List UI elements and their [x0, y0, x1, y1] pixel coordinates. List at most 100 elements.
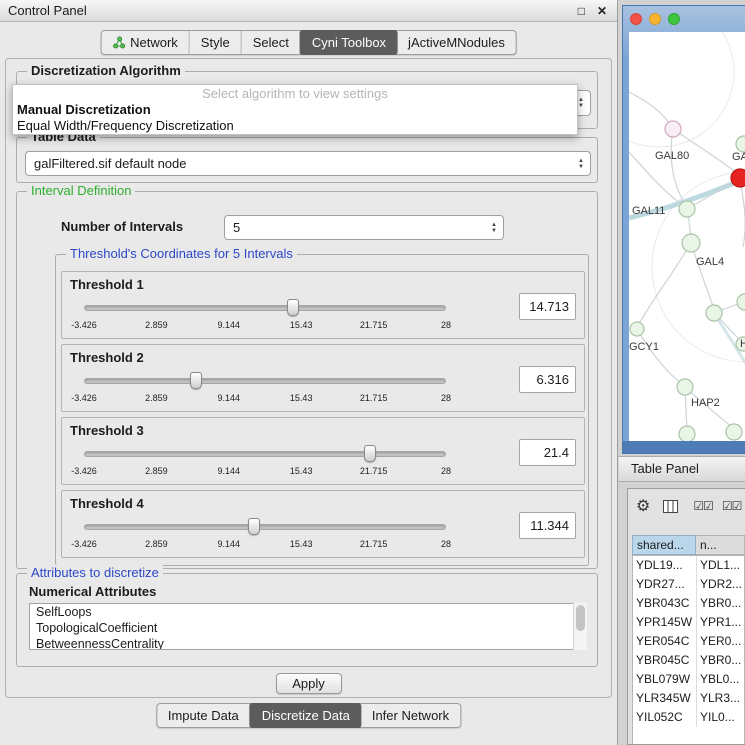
- select-all-icon[interactable]: ☑☑: [693, 499, 713, 513]
- control-panel-titlebar: Control Panel □ ✕: [0, 0, 617, 22]
- table-cell[interactable]: YDR27...: [633, 575, 697, 594]
- slider-thumb[interactable]: [287, 299, 299, 316]
- network-node[interactable]: [679, 201, 695, 217]
- number-of-intervals-spinner[interactable]: 5 ▲ ▼: [224, 215, 504, 240]
- threshold-value-field[interactable]: 21.4: [519, 439, 576, 466]
- dropdown-option-manual-discretization[interactable]: Manual Discretization: [13, 102, 577, 118]
- tab-discretize-data[interactable]: Discretize Data: [250, 703, 362, 728]
- network-node[interactable]: [726, 424, 742, 440]
- gear-icon[interactable]: ⚙: [636, 496, 650, 516]
- tab-select[interactable]: Select: [242, 31, 301, 54]
- threshold-slider[interactable]: [84, 372, 446, 390]
- column-header[interactable]: shared...: [632, 535, 696, 555]
- slider-track[interactable]: [84, 451, 446, 457]
- table-cell[interactable]: YPR1...: [697, 613, 744, 632]
- list-scrollbar[interactable]: [573, 603, 587, 650]
- network-node[interactable]: [682, 234, 700, 252]
- tick-label: 2.859: [145, 466, 168, 476]
- stepper-icon[interactable]: ▲ ▼: [485, 222, 503, 234]
- table-row[interactable]: YDR27...YDR2...: [633, 575, 744, 594]
- tab-style[interactable]: Style: [190, 31, 242, 54]
- slider-track[interactable]: [84, 378, 446, 384]
- stepper-icon[interactable]: ▲ ▼: [572, 158, 590, 170]
- float-window-icon[interactable]: □: [578, 4, 585, 18]
- tab-infer-network[interactable]: Infer Network: [361, 704, 460, 727]
- threshold-label: Threshold 1: [70, 277, 144, 292]
- table-cell[interactable]: YBL0...: [697, 670, 744, 689]
- close-window-icon[interactable]: ✕: [597, 4, 607, 18]
- network-node-selected[interactable]: [731, 169, 745, 187]
- column-header[interactable]: n...: [696, 535, 745, 555]
- network-node[interactable]: [630, 322, 644, 336]
- list-item[interactable]: BetweennessCentrality: [30, 636, 586, 650]
- table-cell[interactable]: YER0...: [697, 632, 744, 651]
- dropdown-option-equal-width-frequency[interactable]: Equal Width/Frequency Discretization: [13, 118, 577, 134]
- table-cell[interactable]: YDL19...: [633, 556, 697, 575]
- tick-label: 2.859: [145, 539, 168, 549]
- slider-thumb[interactable]: [364, 445, 376, 462]
- threshold-label: Threshold 3: [70, 423, 144, 438]
- threshold-slider[interactable]: [84, 518, 446, 536]
- table-row[interactable]: YBR045CYBR0...: [633, 651, 744, 670]
- table-cell[interactable]: YDL1...: [697, 556, 744, 575]
- table-cell[interactable]: YER054C: [633, 632, 697, 651]
- tab-cyni-toolbox[interactable]: Cyni Toolbox: [300, 30, 398, 55]
- slider-thumb[interactable]: [190, 372, 202, 389]
- table-cell[interactable]: YPR145W: [633, 613, 697, 632]
- table-row[interactable]: YBR043CYBR0...: [633, 594, 744, 613]
- table-row[interactable]: YBL079WYBL0...: [633, 670, 744, 689]
- table-row[interactable]: YPR145WYPR1...: [633, 613, 744, 632]
- network-edge: [691, 243, 714, 309]
- columns-icon[interactable]: [663, 500, 678, 513]
- close-traffic-icon[interactable]: [630, 13, 642, 25]
- network-node[interactable]: [706, 305, 722, 321]
- threshold-value-field[interactable]: 6.316: [519, 366, 576, 393]
- network-canvas[interactable]: GAL80 GA GAL11 GAL4 GCY1 H HAP2: [629, 32, 745, 442]
- tick-label: 28: [441, 320, 451, 330]
- tick-label: 28: [441, 539, 451, 549]
- network-node[interactable]: [736, 136, 745, 152]
- table-cell[interactable]: YLR345W: [633, 689, 697, 708]
- table-panel-window: ⚙ ☑☑ ☑☑ shared...n... YDL19...YDL1...YDR…: [627, 488, 745, 745]
- table-cell[interactable]: YLR3...: [697, 689, 744, 708]
- table-cell[interactable]: YIL0...: [697, 708, 744, 727]
- dropdown-placeholder: Select algorithm to view settings: [13, 85, 577, 102]
- tick-label: -3.426: [71, 393, 97, 403]
- threshold-slider[interactable]: [84, 299, 446, 317]
- slider-track[interactable]: [84, 524, 446, 530]
- zoom-traffic-icon[interactable]: [668, 13, 680, 25]
- network-node[interactable]: [737, 294, 745, 310]
- table-data-combobox[interactable]: galFiltered.sif default node ▲ ▼: [25, 151, 591, 176]
- threshold-slider[interactable]: [84, 445, 446, 463]
- table-cell[interactable]: YBR0...: [697, 594, 744, 613]
- table-cell[interactable]: YBR0...: [697, 651, 744, 670]
- stage: Control Panel □ ✕ Network Style: [0, 0, 745, 745]
- network-node[interactable]: [679, 426, 695, 442]
- table-cell[interactable]: YDR2...: [697, 575, 744, 594]
- threshold-value-field[interactable]: 14.713: [519, 293, 576, 320]
- network-node[interactable]: [677, 379, 693, 395]
- table-row[interactable]: YLR345WYLR3...: [633, 689, 744, 708]
- table-cell[interactable]: YIL052C: [633, 708, 697, 727]
- minimize-traffic-icon[interactable]: [649, 13, 661, 25]
- table-cell[interactable]: YBR043C: [633, 594, 697, 613]
- tab-jactivemnodules[interactable]: jActiveMNodules: [397, 31, 516, 54]
- slider-track[interactable]: [84, 305, 446, 311]
- scrollbar-thumb[interactable]: [576, 605, 585, 631]
- table-row[interactable]: YDL19...YDL1...: [633, 556, 744, 575]
- list-item[interactable]: TopologicalCoefficient: [30, 620, 586, 636]
- select-rows-icon[interactable]: ☑☑: [722, 499, 742, 513]
- slider-ticks: -3.4262.8599.14415.4321.71528: [84, 539, 446, 550]
- table-row[interactable]: YER054CYER0...: [633, 632, 744, 651]
- list-item[interactable]: SelfLoops: [30, 604, 586, 620]
- table-row[interactable]: YIL052CYIL0...: [633, 708, 744, 727]
- slider-thumb[interactable]: [248, 518, 260, 535]
- attribute-list[interactable]: SelfLoopsTopologicalCoefficientBetweenne…: [29, 603, 587, 650]
- table-cell[interactable]: YBR045C: [633, 651, 697, 670]
- network-node[interactable]: [665, 121, 681, 137]
- table-cell[interactable]: YBL079W: [633, 670, 697, 689]
- apply-button[interactable]: Apply: [276, 673, 342, 694]
- threshold-value-field[interactable]: 11.344: [519, 512, 576, 539]
- tab-network[interactable]: Network: [101, 31, 190, 54]
- tab-impute-data[interactable]: Impute Data: [157, 704, 251, 727]
